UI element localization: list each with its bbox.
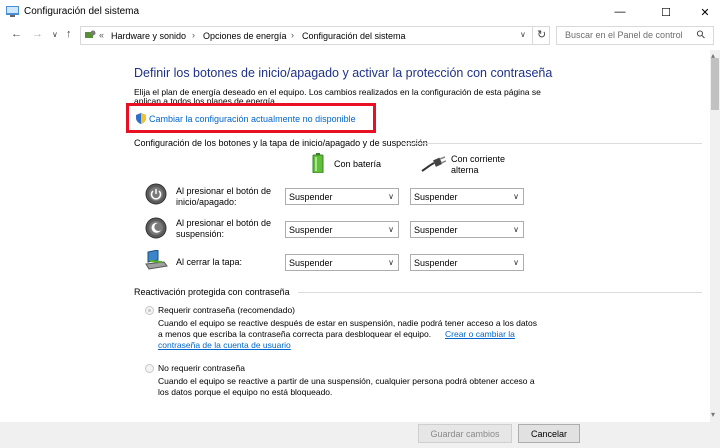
power-button-ac-select[interactable]: Suspender ∨: [410, 188, 524, 205]
window-title: Configuración del sistema: [24, 6, 140, 17]
breadcrumb-separator-icon: ›: [192, 30, 195, 40]
breadcrumb-hardware[interactable]: Hardware y sonido: [111, 31, 186, 41]
minimize-button[interactable]: —: [600, 0, 640, 24]
maximize-button[interactable]: ☐: [646, 0, 686, 24]
scrollbar-thumb[interactable]: [711, 58, 719, 110]
row-label-close-lid: Al cerrar la tapa:: [176, 257, 243, 267]
power-button-icon: [145, 183, 167, 205]
select-value: Suspender: [289, 225, 333, 235]
change-unavailable-settings-link[interactable]: Cambiar la configuración actualmente no …: [149, 114, 356, 124]
close-button[interactable]: ✕: [690, 0, 720, 24]
column-header-battery: Con batería: [334, 159, 382, 169]
require-password-desc-1: Cuando el equipo se reactive después de …: [158, 318, 537, 328]
control-panel-icon: [6, 6, 19, 17]
section-title-buttons: Configuración de los botones y la tapa d…: [134, 138, 428, 148]
close-lid-ac-select[interactable]: Suspender ∨: [410, 254, 524, 271]
select-value: Suspender: [289, 258, 333, 268]
select-value: Suspender: [414, 258, 458, 268]
section-divider: [402, 143, 702, 144]
chevron-down-icon: ∨: [513, 225, 519, 234]
section-title-password: Reactivación protegida con contraseña: [134, 287, 290, 297]
create-change-password-link[interactable]: Crear o cambiar la: [445, 329, 515, 340]
refresh-icon[interactable]: ↻: [537, 28, 546, 41]
save-changes-button[interactable]: Guardar cambios: [418, 424, 512, 443]
user-account-password-link[interactable]: contraseña de la cuenta de usuario: [158, 340, 291, 351]
chevron-down-icon: ∨: [388, 225, 394, 234]
close-lid-battery-select[interactable]: Suspender ∨: [285, 254, 399, 271]
require-password-label: Requerir contraseña (recomendado): [158, 305, 296, 315]
row-label-sleep-button: Al presionar el botón de suspensión:: [176, 218, 272, 239]
up-arrow-icon[interactable]: ↑: [66, 28, 72, 40]
scroll-down-icon[interactable]: ▾: [711, 410, 715, 419]
recent-dropdown-icon[interactable]: ∨: [52, 30, 58, 39]
address-divider: [532, 26, 533, 45]
sleep-button-battery-select[interactable]: Suspender ∨: [285, 221, 399, 238]
address-dropdown-icon[interactable]: ∨: [520, 30, 526, 39]
chevron-down-icon: ∨: [513, 192, 519, 201]
laptop-lid-icon: [145, 250, 168, 270]
select-value: Suspender: [414, 225, 458, 235]
chevron-down-icon: ∨: [388, 192, 394, 201]
column-header-ac: Con corriente alterna: [451, 154, 506, 175]
select-value: Suspender: [289, 192, 333, 202]
page-heading: Definir los botones de inicio/apagado y …: [134, 66, 553, 80]
cancel-button[interactable]: Cancelar: [518, 424, 580, 443]
back-arrow-icon[interactable]: ←: [11, 28, 22, 40]
sleep-button-ac-select[interactable]: Suspender ∨: [410, 221, 524, 238]
power-plug-icon: [421, 156, 446, 172]
breadcrumb-power-options[interactable]: Opciones de energía: [203, 31, 287, 41]
footer-bar: [0, 422, 720, 448]
no-password-desc-2: los datos porque el equipo no está bloqu…: [158, 387, 333, 397]
no-password-label: No requerir contraseña: [158, 363, 245, 373]
battery-icon: [312, 153, 324, 173]
uac-shield-icon: [136, 113, 146, 124]
power-button-battery-select[interactable]: Suspender ∨: [285, 188, 399, 205]
sleep-button-icon: [145, 217, 167, 239]
require-password-desc-2: a menos que escriba la contraseña correc…: [158, 329, 432, 339]
description-line-2: aplican a todos los planes de energía.: [134, 96, 278, 103]
forward-arrow-icon[interactable]: →: [32, 28, 43, 40]
require-password-radio[interactable]: [145, 306, 154, 315]
breadcrumb-system-settings[interactable]: Configuración del sistema: [302, 31, 406, 41]
crumb-overflow[interactable]: «: [99, 30, 104, 40]
chevron-down-icon: ∨: [388, 258, 394, 267]
no-password-desc-1: Cuando el equipo se reactive a partir de…: [158, 376, 535, 386]
section-divider: [298, 292, 702, 293]
breadcrumb-separator-icon: ›: [291, 30, 294, 40]
select-value: Suspender: [414, 192, 458, 202]
no-password-radio[interactable]: [145, 364, 154, 373]
row-label-power-button: Al presionar el botón de inicio/apagado:: [176, 186, 272, 207]
hardware-sound-icon: [85, 30, 96, 38]
search-input[interactable]: Buscar en el Panel de control: [556, 26, 714, 45]
chevron-down-icon: ∨: [513, 258, 519, 267]
